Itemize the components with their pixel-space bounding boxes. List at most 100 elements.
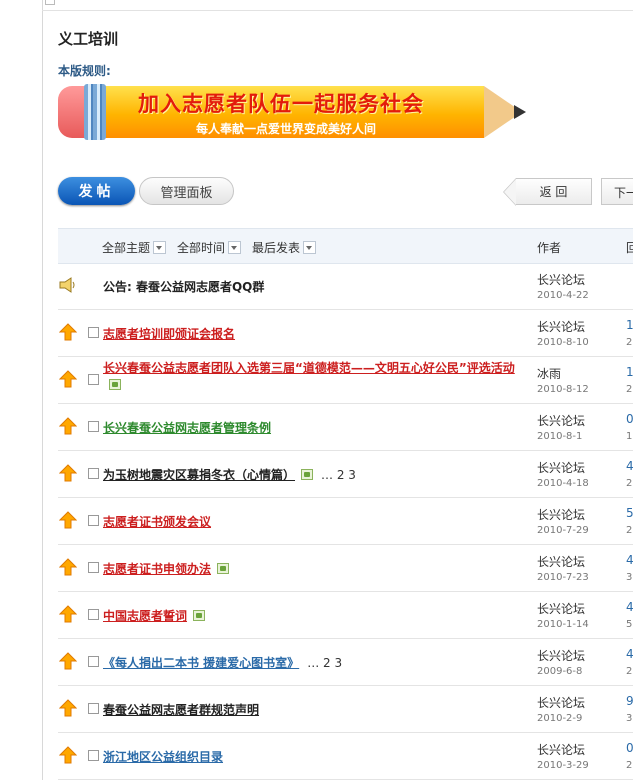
thread-title: 为玉树地震灾区募捐冬衣（心情篇） … 2 3 (103, 467, 518, 484)
image-attachment-icon (217, 563, 230, 574)
thread-checkbox[interactable] (88, 468, 99, 479)
thread-date: 2010-8-10 (537, 337, 589, 348)
thread-checkbox[interactable] (88, 750, 99, 761)
next-page-button[interactable]: 下一 (601, 178, 633, 205)
thread-title-link[interactable]: 春蚕公益网志愿者群规范声明 (103, 703, 259, 717)
column-reply: 回 (626, 241, 633, 255)
thread-checkbox[interactable] (88, 421, 99, 432)
thread-checkbox[interactable] (88, 656, 99, 667)
thread-date: 2010-4-18 (537, 478, 589, 489)
thread-author[interactable]: 长兴论坛 (537, 318, 585, 335)
thread-date: 2010-4-22 (537, 290, 589, 301)
thread-title: 中国志愿者誓词 (103, 608, 518, 625)
thread-checkbox[interactable] (88, 609, 99, 620)
thread-author[interactable]: 冰雨 (537, 365, 561, 382)
thread-title-link[interactable]: 浙江地区公益组织目录 (103, 750, 223, 764)
thread-pages[interactable]: … 2 3 (307, 656, 342, 670)
thread-title-link[interactable]: 长兴春蚕公益志愿者团队入选第三届“道德模范——文明五心好公民”评选活动 (103, 361, 515, 375)
thread-author[interactable]: 长兴论坛 (537, 741, 585, 758)
chevron-down-icon (228, 241, 242, 254)
arrow-up-icon (58, 417, 78, 435)
thread-reply-count[interactable]: 5 (626, 506, 633, 520)
thread-checkbox[interactable] (88, 374, 99, 385)
thread-title-link[interactable]: 中国志愿者誓词 (103, 609, 187, 623)
thread-author[interactable]: 长兴论坛 (537, 459, 585, 476)
left-frame-border (42, 0, 43, 780)
post-button[interactable]: 发帖 (58, 177, 135, 205)
thread-date: 2010-2-9 (537, 713, 583, 724)
thread-title: 长兴春蚕公益网志愿者管理条例 (103, 420, 518, 437)
filter-topic-label: 全部主题 (102, 241, 151, 255)
filter-time[interactable]: 全部时间 (177, 239, 242, 256)
thread-checkbox[interactable] (88, 562, 99, 573)
thread-date: 2010-8-1 (537, 431, 583, 442)
thread-checkbox[interactable] (88, 703, 99, 714)
thread-author[interactable]: 长兴论坛 (537, 694, 585, 711)
thread-date: 2010-1-14 (537, 619, 589, 630)
thread-date: 2009-6-8 (537, 666, 583, 677)
thread-view-count: 5 (626, 619, 633, 630)
thread-title-link[interactable]: 志愿者培训即颁证会报名 (103, 327, 235, 341)
thread-author[interactable]: 长兴论坛 (537, 647, 585, 664)
thread-reply-count[interactable]: 4 (626, 553, 633, 567)
banner: 加入志愿者队伍一起服务社会 每人奉献一点爱世界变成美好人间 (58, 82, 526, 142)
arrow-up-icon (58, 323, 78, 341)
thread-title: 志愿者培训即颁证会报名 (103, 326, 518, 343)
thread-date: 2010-8-12 (537, 384, 589, 395)
thread-row: 长兴春蚕公益志愿者团队入选第三届“道德模范——文明五心好公民”评选活动 冰雨 201… (58, 357, 633, 404)
thread-row: 浙江地区公益组织目录 长兴论坛 2010-3-29 0 2 (58, 733, 633, 780)
thread-author[interactable]: 长兴论坛 (537, 271, 585, 288)
filter-topic[interactable]: 全部主题 (102, 239, 167, 256)
thread-view-count: 1 (626, 431, 633, 442)
thread-title-link[interactable]: 为玉树地震灾区募捐冬衣（心情篇） (103, 468, 295, 482)
filter-time-label: 全部时间 (177, 241, 226, 255)
thread-title: 志愿者证书申领办法 (103, 561, 518, 578)
thread-checkbox[interactable] (88, 515, 99, 526)
banner-main-slogan: 加入志愿者队伍一起服务社会 (138, 92, 424, 116)
thread-view-count: 3 (626, 713, 633, 724)
thread-title: 浙江地区公益组织目录 (103, 749, 518, 766)
thread-author[interactable]: 长兴论坛 (537, 600, 585, 617)
filter-latest[interactable]: 最后发表 (252, 239, 317, 256)
corner-mark (45, 0, 55, 5)
thread-row: 为玉树地震灾区募捐冬衣（心情篇） … 2 3 长兴论坛 2010-4-18 4 2 (58, 451, 633, 498)
thread-reply-count[interactable]: 4 (626, 647, 633, 661)
thread-reply-count[interactable]: 4 (626, 459, 633, 473)
thread-title: 志愿者证书颁发会议 (103, 514, 518, 531)
thread-reply-count[interactable]: 9 (626, 694, 633, 708)
top-frame-border (42, 10, 633, 11)
thread-title: 《每人捐出二本书 援建爱心图书室》 … 2 3 (103, 655, 518, 672)
image-attachment-icon (193, 610, 206, 621)
pencil-lead (514, 105, 526, 119)
thread-pages[interactable]: … 2 3 (321, 468, 356, 482)
manage-panel-button[interactable]: 管理面板 (139, 177, 234, 205)
thread-author[interactable]: 长兴论坛 (537, 506, 585, 523)
thread-reply-count[interactable]: 4 (626, 600, 633, 614)
thread-row: 志愿者证书颁发会议 长兴论坛 2010-7-29 5 2 (58, 498, 633, 545)
thread-author[interactable]: 长兴论坛 (537, 553, 585, 570)
image-attachment-icon (301, 469, 314, 480)
thread-reply-count[interactable]: 1 (626, 365, 633, 379)
page-title: 义工培训 (58, 30, 119, 48)
banner-sub-slogan: 每人奉献一点爱世界变成美好人间 (196, 122, 377, 136)
thread-title: 长兴春蚕公益志愿者团队入选第三届“道德模范——文明五心好公民”评选活动 (103, 360, 518, 394)
thread-date: 2010-7-29 (537, 525, 589, 536)
thread-title-link[interactable]: 《每人捐出二本书 援建爱心图书室》 (103, 656, 299, 670)
thread-checkbox[interactable] (88, 327, 99, 338)
image-attachment-icon (109, 379, 121, 390)
thread-author[interactable]: 长兴论坛 (537, 412, 585, 429)
thread-reply-count[interactable]: 0 (626, 741, 633, 755)
thread-reply-count[interactable]: 0 (626, 412, 633, 426)
thread-reply-count[interactable]: 1 (626, 318, 633, 332)
thread-list-header: 全部主题 全部时间 最后发表 作者 回 (58, 228, 633, 264)
thread-title-link[interactable]: 志愿者证书申领办法 (103, 562, 211, 576)
arrow-up-icon (58, 511, 78, 529)
thread-view-count: 2 (626, 478, 633, 489)
thread-view-count: 2 (626, 384, 633, 395)
back-button[interactable]: 返 回 (503, 178, 592, 206)
thread-title-link[interactable]: 公告: 春蚕公益网志愿者QQ群 (103, 280, 264, 294)
thread-row: 长兴春蚕公益网志愿者管理条例 长兴论坛 2010-8-1 0 1 (58, 404, 633, 451)
thread-row: 《每人捐出二本书 援建爱心图书室》 … 2 3 长兴论坛 2009-6-8 4 2 (58, 639, 633, 686)
thread-title-link[interactable]: 长兴春蚕公益网志愿者管理条例 (103, 421, 271, 435)
thread-title-link[interactable]: 志愿者证书颁发会议 (103, 515, 211, 529)
